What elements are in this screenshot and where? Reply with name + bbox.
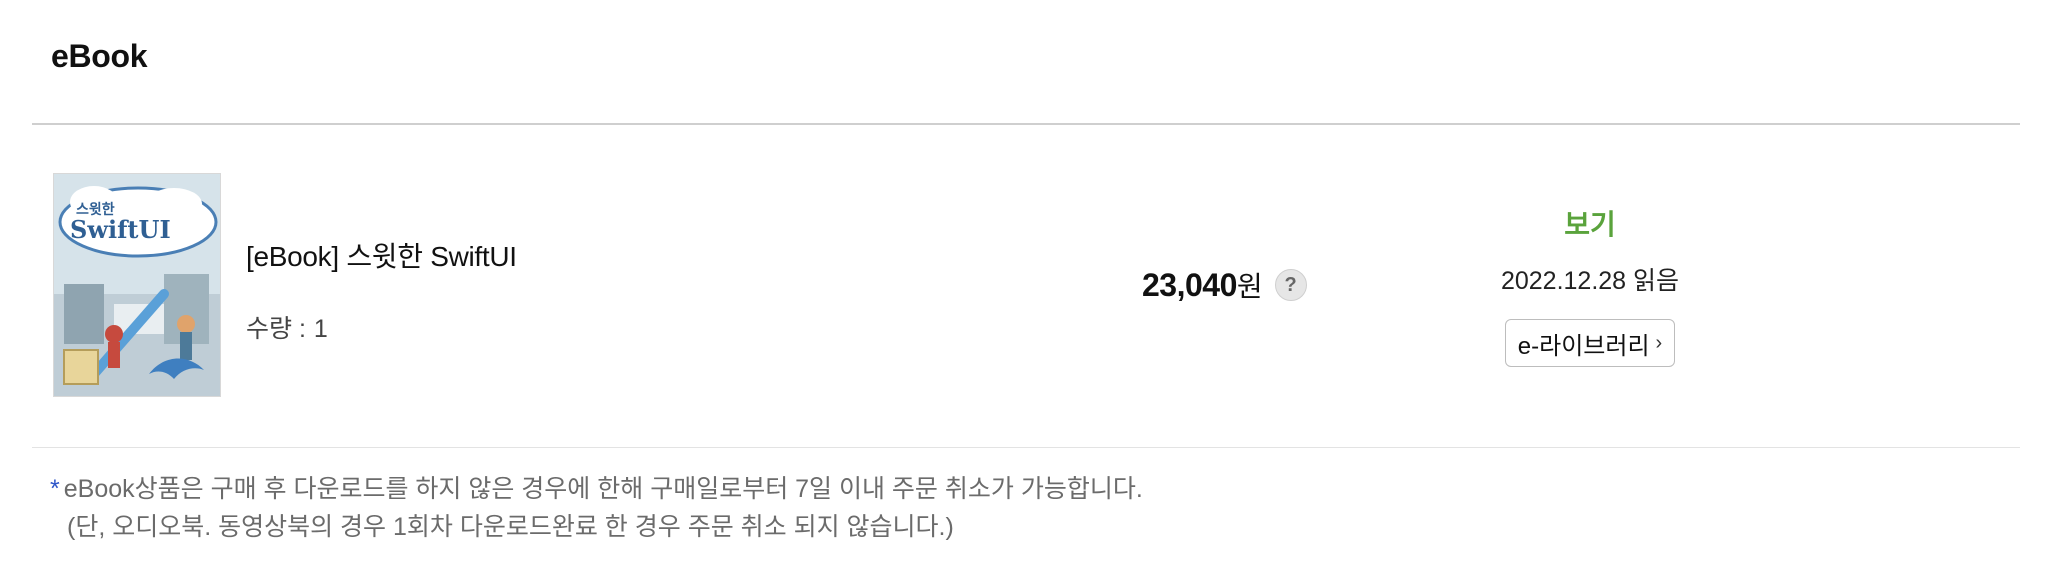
book-cover-illustration: 스윗한 SwiftUI xyxy=(54,174,220,396)
price: 23,040 원 ? xyxy=(1142,265,1307,305)
question-icon[interactable]: ? xyxy=(1274,269,1307,301)
order-ebook-section: eBook 스윗한 SwiftUI [eBook] 스윗한 SwiftUI 수량… xyxy=(0,0,2052,584)
e-library-button[interactable]: e-라이브러리 › xyxy=(1504,319,1676,367)
section-title: eBook xyxy=(51,38,148,74)
quantity-value: 1 xyxy=(313,315,328,343)
book-cover-image[interactable]: 스윗한 SwiftUI xyxy=(53,173,221,397)
quantity: 수량 :1 xyxy=(246,309,517,345)
ebook-status: 보기 2022.12.28 읽음 e-라이브러리 › xyxy=(1450,203,1730,367)
notice-divider xyxy=(32,447,2020,448)
read-date: 2022.12.28 읽음 xyxy=(1500,267,1680,295)
ebook-item-row: 스윗한 SwiftUI [eBook] 스윗한 SwiftUI 수량 :1 23… xyxy=(32,125,2020,447)
cancellation-notice: * eBook상품은 구매 후 다운로드를 하지 않은 경우에 한해 구매일로부터… xyxy=(50,470,1143,546)
item-info: [eBook] 스윗한 SwiftUI 수량 :1 xyxy=(246,235,517,345)
asterisk-icon: * xyxy=(50,475,60,503)
notice-line-1: * eBook상품은 구매 후 다운로드를 하지 않은 경우에 한해 구매일로부터… xyxy=(50,470,1143,508)
notice-text-1: eBook상품은 구매 후 다운로드를 하지 않은 경우에 한해 구매일로부터 … xyxy=(63,475,1143,503)
item-title-link[interactable]: [eBook] 스윗한 SwiftUI xyxy=(246,235,517,275)
price-amount: 23,040 xyxy=(1142,266,1237,303)
cover-title-text: SwiftUI xyxy=(70,215,171,244)
quantity-label: 수량 : xyxy=(246,315,306,343)
chevron-right-icon: › xyxy=(1655,331,1663,354)
notice-line-2: (단, 오디오북. 동영상북의 경우 1회차 다운로드완료 한 경우 주문 취소… xyxy=(67,513,954,541)
e-library-label: e-라이브러리 xyxy=(1517,332,1650,360)
price-unit: 원 xyxy=(1236,271,1263,302)
view-button[interactable]: 보기 xyxy=(1564,203,1616,243)
